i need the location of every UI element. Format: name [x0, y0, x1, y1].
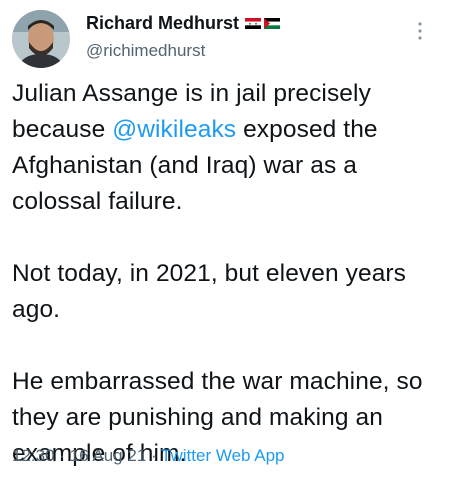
display-name[interactable]: Richard Medhurst — [86, 10, 239, 36]
tweet-text: Julian Assange is in jail precisely beca… — [12, 76, 442, 472]
author-handle[interactable]: @richimedhurst — [86, 38, 280, 64]
tweet-card: Richard Medhurst @richimedhurst Julian A… — [0, 0, 450, 500]
tweet-header: Richard Medhurst @richimedhurst — [12, 8, 438, 68]
syria-flag-icon — [245, 17, 262, 29]
meta-separator-1: · — [54, 446, 70, 465]
flag-emojis — [245, 17, 281, 29]
more-options-icon[interactable] — [416, 20, 424, 42]
display-name-row: Richard Medhurst — [86, 10, 281, 36]
avatar[interactable] — [12, 10, 70, 68]
wikileaks-mention-link[interactable]: @wikileaks — [112, 116, 236, 143]
meta-separator-2: · — [146, 446, 162, 465]
tweet-paragraph-1: Julian Assange is in jail precisely beca… — [12, 76, 442, 220]
author-names: Richard Medhurst @richimedhurst — [86, 10, 281, 64]
palestine-flag-icon — [264, 17, 281, 29]
tweet-metadata: 12:30 · 16 Aug 21 · Twitter Web App — [12, 444, 285, 468]
avatar-image — [12, 10, 70, 68]
tweet-date[interactable]: 16 Aug 21 — [70, 446, 147, 465]
tweet-time[interactable]: 12:30 — [12, 446, 55, 465]
tweet-source-link[interactable]: Twitter Web App — [161, 446, 284, 465]
tweet-paragraph-2: Not today, in 2021, but eleven years ago… — [12, 260, 407, 323]
